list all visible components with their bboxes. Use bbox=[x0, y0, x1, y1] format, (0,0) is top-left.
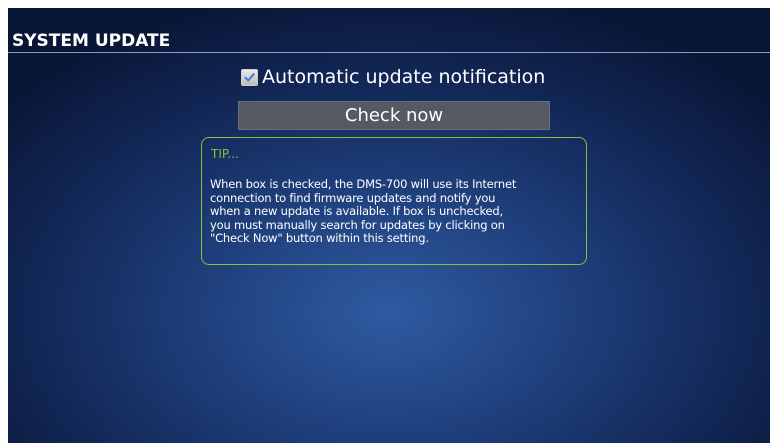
tip-line: when a new update is available. If box i… bbox=[210, 204, 503, 218]
tip-line: "Check Now" button within this setting. bbox=[210, 231, 429, 245]
auto-update-checkbox[interactable] bbox=[241, 68, 258, 86]
page-title: SYSTEM UPDATE bbox=[12, 31, 171, 51]
auto-update-toggle[interactable]: Automatic update notification bbox=[241, 64, 545, 90]
title-bar: SYSTEM UPDATE bbox=[8, 8, 770, 52]
checkmark-icon bbox=[244, 72, 255, 81]
system-update-screen: SYSTEM UPDATE Automatic update notificat… bbox=[8, 8, 770, 443]
tip-line: you must manually search for updates by … bbox=[210, 217, 505, 232]
title-divider bbox=[8, 52, 770, 53]
tip-title: TIP... bbox=[211, 147, 239, 161]
auto-update-label: Automatic update notification bbox=[262, 66, 546, 88]
tip-line: When box is checked, the DMS-700 will us… bbox=[210, 177, 517, 191]
tip-text: When box is checked, the DMS-700 will us… bbox=[210, 177, 582, 246]
check-now-button[interactable]: Check now bbox=[238, 101, 550, 130]
tip-box: TIP... When box is checked, the DMS-700 … bbox=[201, 137, 587, 265]
tip-line: connection to find firmware updates and … bbox=[210, 190, 496, 205]
